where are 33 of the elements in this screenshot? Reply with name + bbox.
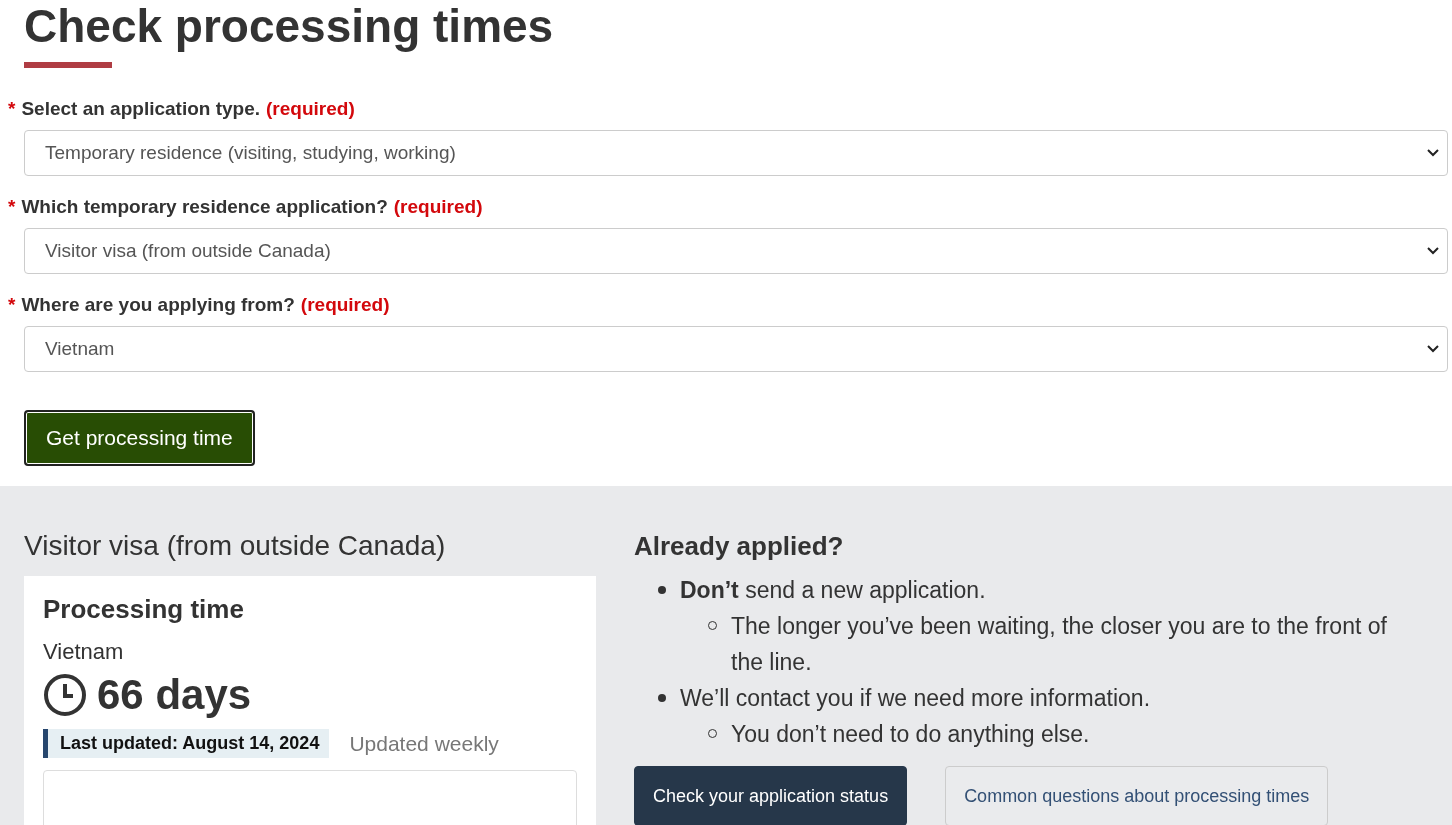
link-button[interactable]: Common questions about processing times xyxy=(945,766,1329,825)
list-item-text: Don’t send a new application. xyxy=(680,576,986,605)
list-item-text: We’ll contact you if we need more information. xyxy=(680,684,1151,713)
required-asterisk: * xyxy=(8,196,16,218)
bullet-icon xyxy=(658,586,666,594)
chevron-down-icon xyxy=(1427,247,1439,255)
field-label: Select an application type. xyxy=(21,98,261,120)
required-note: (required) xyxy=(266,98,355,120)
list-item-text: The longer you’ve been waiting, the closer you are to the front of the line. xyxy=(731,612,1388,677)
required-asterisk: * xyxy=(8,98,16,120)
chevron-down-icon xyxy=(1427,149,1439,157)
dropdown-field[interactable]: Vietnam xyxy=(24,326,1448,372)
already-applied-heading: Already applied? xyxy=(634,530,845,563)
clock-icon xyxy=(43,673,87,717)
card-heading: Processing time xyxy=(43,594,245,625)
link-button[interactable]: Check your application status xyxy=(634,766,908,825)
bullet-icon xyxy=(658,694,666,702)
last-updated-label: Last updated: August 14, 2024 xyxy=(43,729,330,758)
location-text: Vietnam xyxy=(43,639,125,665)
required-note: (required) xyxy=(393,196,483,218)
get-processing-time-button[interactable]: Get processing time xyxy=(24,410,255,466)
dropdown-field[interactable]: Temporary residence (visiting, studying, working) xyxy=(24,130,1448,176)
result-title: Visitor visa (from outside Canada) xyxy=(24,529,447,563)
field-label: Which temporary residence application? xyxy=(21,196,388,218)
page-title: Check processing times xyxy=(24,0,555,52)
update-frequency-text: Updated weekly xyxy=(349,731,499,756)
processing-time-value: 66 days xyxy=(97,671,252,719)
list-item-text: You don’t need to do anything else. xyxy=(731,720,1090,749)
required-note: (required) xyxy=(300,294,390,316)
field-label: Where are you applying from? xyxy=(21,294,295,316)
chevron-down-icon xyxy=(1427,345,1439,353)
dropdown-field[interactable]: Visitor visa (from outside Canada) xyxy=(24,228,1448,274)
required-asterisk: * xyxy=(8,294,16,316)
